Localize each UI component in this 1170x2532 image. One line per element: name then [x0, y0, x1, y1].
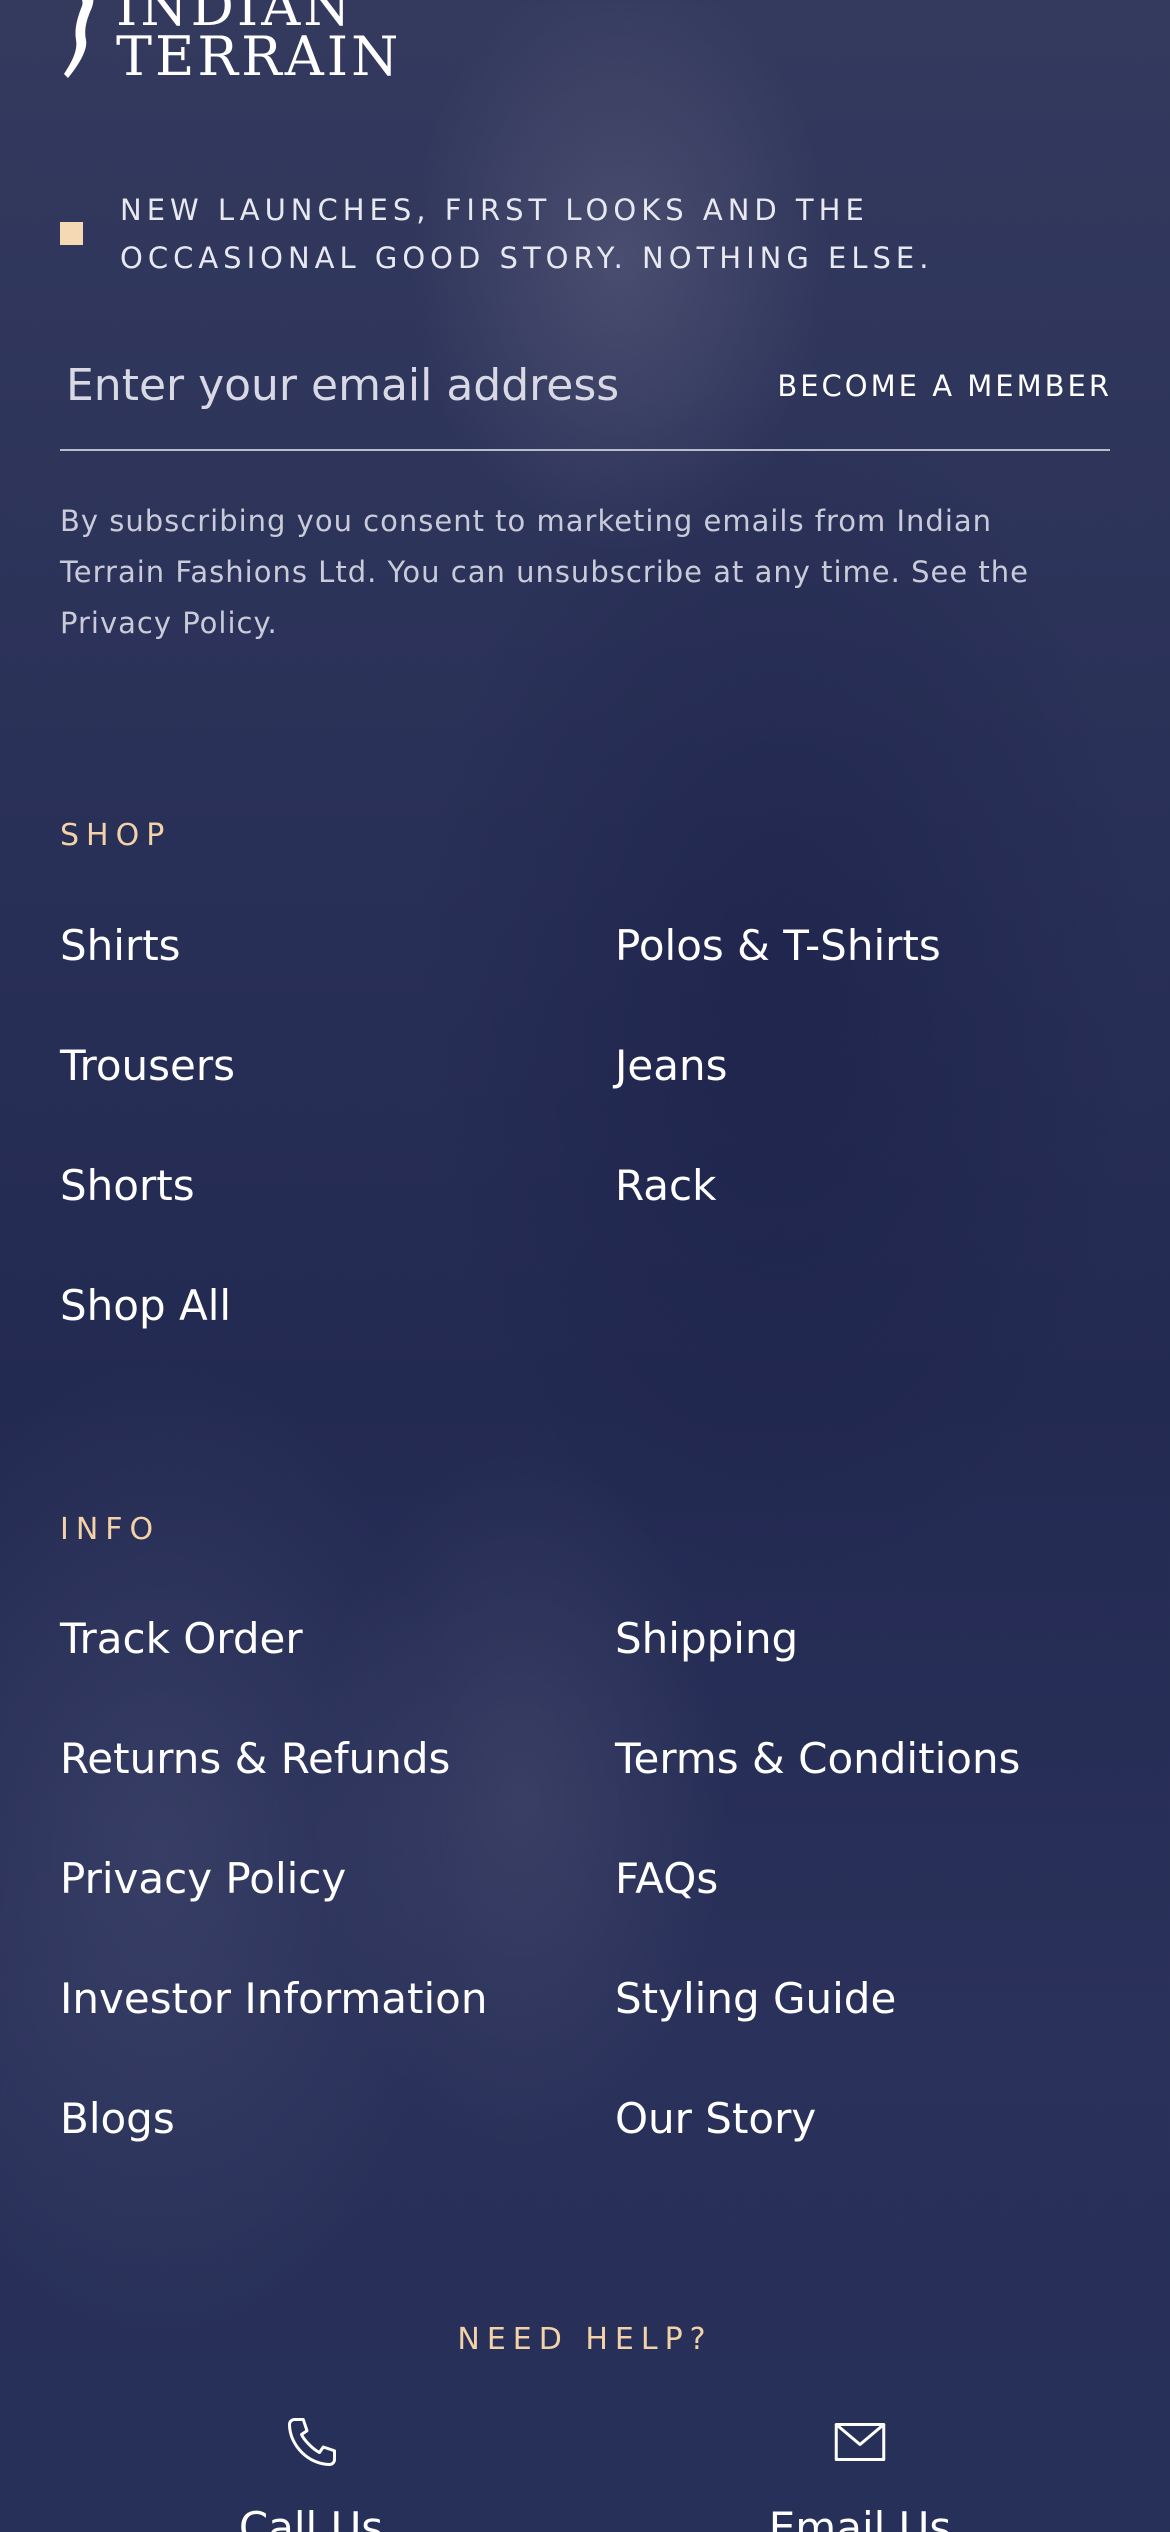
shop-link-trousers[interactable]: Trousers: [60, 1040, 235, 1092]
email-underline: [60, 449, 1110, 451]
shop-link-shop-all[interactable]: Shop All: [60, 1280, 231, 1332]
brand-line-2: TERRAIN: [116, 25, 402, 88]
email-input[interactable]: [60, 350, 740, 420]
info-link-terms-conditions[interactable]: Terms & Conditions: [615, 1733, 1020, 1785]
info-link-shipping[interactable]: Shipping: [615, 1613, 798, 1665]
info-link-styling-guide[interactable]: Styling Guide: [615, 1973, 896, 2025]
brand-logo[interactable]: INDIAN TERRAIN: [60, 0, 402, 88]
shop-link-polos-tshirts[interactable]: Polos & T-Shirts: [615, 920, 941, 972]
brand-wordmark: INDIAN TERRAIN: [116, 0, 402, 88]
info-section-title: INFO: [60, 1512, 161, 1547]
shop-link-shorts[interactable]: Shorts: [60, 1160, 195, 1212]
call-us-link[interactable]: Call Us: [111, 2502, 511, 2532]
tagline-bullet: [60, 222, 83, 245]
runner-logo-icon: [64, 0, 94, 78]
info-link-investor-information[interactable]: Investor Information: [60, 1973, 488, 2025]
info-link-blogs[interactable]: Blogs: [60, 2093, 175, 2145]
info-link-returns-refunds[interactable]: Returns & Refunds: [60, 1733, 450, 1785]
need-help-title: NEED HELP?: [457, 2322, 713, 2357]
info-link-privacy-policy[interactable]: Privacy Policy: [60, 1853, 346, 1905]
shop-link-shirts[interactable]: Shirts: [60, 920, 181, 972]
info-link-faqs[interactable]: FAQs: [615, 1853, 718, 1905]
shop-link-rack[interactable]: Rack: [615, 1160, 716, 1212]
info-link-track-order[interactable]: Track Order: [60, 1613, 303, 1665]
shop-section-title: SHOP: [60, 818, 172, 853]
info-link-our-story[interactable]: Our Story: [615, 2093, 816, 2145]
email-us-link[interactable]: Email Us: [660, 2502, 1060, 2532]
phone-icon[interactable]: [282, 2412, 342, 2472]
mail-icon[interactable]: [830, 2412, 890, 2472]
newsletter-tagline: NEW LAUNCHES, FIRST LOOKS AND THE OCCASI…: [120, 193, 934, 275]
consent-text: By subscribing you consent to marketing …: [60, 504, 1029, 640]
become-member-button[interactable]: BECOME A MEMBER: [760, 364, 1112, 408]
shop-link-jeans[interactable]: Jeans: [615, 1040, 727, 1092]
